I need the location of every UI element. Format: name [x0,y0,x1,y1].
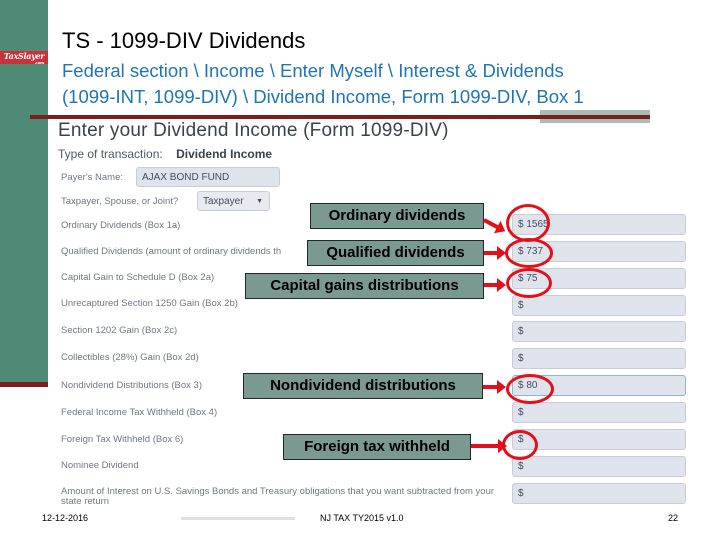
callout-ordinary-dividends: Ordinary dividends [310,203,484,229]
breadcrumb-line-2: (1099-INT, 1099-DIV) \ Dividend Income, … [62,86,584,107]
logo-suffix: .com [34,60,44,65]
federal-withheld-input[interactable]: $ [512,402,686,423]
footer-scrollbar [181,517,295,520]
highlight-circle [502,430,538,460]
footer-version: NJ TAX TY2015 v1.0 [320,513,404,523]
transaction-type-value: Dividend Income [176,147,273,161]
collectibles-input[interactable]: $ [512,348,686,369]
taxpayer-select-value: Taxpayer [203,196,244,207]
taxslayer-logo: TaxSlayer .com [0,51,48,65]
field-label-ordinary-dividends: Ordinary Dividends (Box 1a) [61,220,181,231]
arrow-icon [483,218,501,231]
section-1202-input[interactable]: $ [512,321,686,342]
callout-foreign-tax: Foreign tax withheld [283,434,471,460]
unrecaptured-1250-input[interactable]: $ [512,295,686,316]
taxpayer-select[interactable]: Taxpayer ▼ [197,191,270,211]
field-label-collectibles: Collectibles (28%) Gain (Box 2d) [61,352,199,363]
field-label-unrecaptured-1250: Unrecaptured Section 1250 Gain (Box 2b) [61,298,238,309]
field-label-qualified-dividends: Qualified Dividends (amount of ordinary … [61,246,282,257]
foreign-withheld-input[interactable]: $ [512,429,686,450]
highlight-circle [506,268,552,298]
callout-capital-gains: Capital gains distributions [245,273,484,299]
arrow-icon [484,246,506,260]
footer-date: 12-12-2016 [42,513,89,523]
breadcrumb-path: Federal section \ Income \ Enter Myself … [62,58,712,110]
arrow-icon [471,439,507,453]
field-label-foreign-withheld: Foreign Tax Withheld (Box 6) [61,434,184,445]
page-number: 22 [668,513,679,523]
header-divider-accent [540,115,650,119]
arrow-icon [483,380,506,394]
field-label-nondividend: Nondividend Distributions (Box 3) [61,380,202,391]
savings-bonds-input[interactable]: $ [512,483,686,504]
arrow-icon [484,278,506,292]
field-label-nominee-dividend: Nominee Dividend [61,460,139,471]
highlight-circle [506,204,550,242]
transaction-type: Type of transaction: Dividend Income [58,147,272,161]
form-title: Enter your Dividend Income (Form 1099-DI… [58,120,449,141]
chevron-down-icon: ▼ [256,198,263,205]
payer-name-input[interactable]: AJAX BOND FUND [136,167,280,187]
field-label-section-1202: Section 1202 Gain (Box 2c) [61,325,178,336]
transaction-type-label: Type of transaction: [58,147,163,161]
nominee-dividend-input[interactable]: $ [512,456,686,477]
highlight-circle [505,238,553,268]
field-label-capital-gain: Capital Gain to Schedule D (Box 2a) [61,272,215,283]
breadcrumb-line-1: Federal section \ Income \ Enter Myself … [62,60,564,81]
highlight-circle [506,374,554,404]
callout-qualified-dividends: Qualified dividends [307,240,484,266]
field-label-savings-bonds: Amount of Interest on U.S. Savings Bonds… [61,487,495,507]
field-label-federal-withheld: Federal Income Tax Withheld (Box 4) [61,407,218,418]
sidebar-divider [0,382,48,387]
payer-name-label: Payer's Name: [61,172,124,183]
callout-nondividend: Nondividend distributions [243,373,483,399]
slide-title: TS - 1099-DIV Dividends [62,28,306,53]
taxpayer-select-label: Taxpayer, Spouse, or Joint? [61,196,179,207]
